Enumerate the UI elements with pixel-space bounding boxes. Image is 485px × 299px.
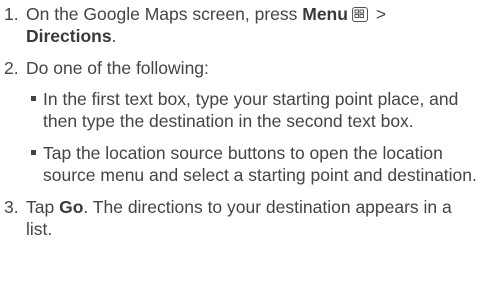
- step-1-text: On the Google Maps screen, press Menu > D…: [26, 4, 387, 46]
- list-item: Tap the location source buttons to open …: [0, 142, 485, 186]
- step-1: 1. On the Google Maps screen, press Menu…: [0, 3, 485, 47]
- step-2: 2. Do one of the following:: [0, 57, 485, 79]
- step-number: 2.: [4, 58, 19, 78]
- menu-label: Menu: [302, 4, 348, 24]
- list-item: In the first text box, type your startin…: [0, 88, 485, 132]
- step-2-text: Do one of the following:: [26, 58, 209, 78]
- directions-label: Directions: [26, 26, 112, 46]
- step-3-text: Tap Go. The directions to your destinati…: [26, 197, 452, 239]
- menu-separator: >: [370, 4, 387, 24]
- instructions-document: 1. On the Google Maps screen, press Menu…: [0, 0, 485, 240]
- bullet-text: In the first text box, type your startin…: [43, 89, 459, 131]
- step-3: 3. Tap Go. The directions to your destin…: [0, 196, 485, 240]
- bullet-icon: [31, 96, 36, 101]
- step-number: 3.: [4, 197, 19, 217]
- bullet-text: Tap the location source buttons to open …: [43, 143, 477, 185]
- step-number: 1.: [4, 4, 19, 24]
- go-label: Go: [59, 197, 84, 217]
- menu-key-icon: [351, 7, 368, 22]
- bullet-icon: [31, 150, 36, 155]
